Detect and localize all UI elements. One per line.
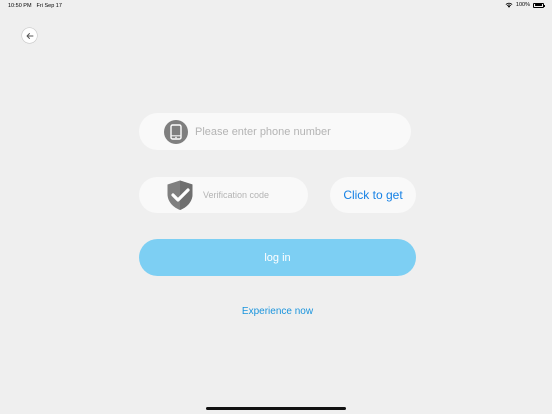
back-button[interactable] (22, 28, 37, 43)
battery-percent: 100% (515, 2, 530, 8)
battery-tip (544, 4, 546, 7)
verification-code-input[interactable] (203, 185, 301, 205)
phone-input[interactable] (195, 121, 395, 143)
login-screen: 10:50 PM Fri Sep 17 100% Please enter ph… (0, 0, 552, 414)
status-left: 10:50 PM Fri Sep 17 (8, 3, 62, 9)
experience-now-link[interactable]: Experience now (200, 306, 355, 322)
login-button[interactable]: log in (139, 239, 416, 276)
get-code-button[interactable]: Click to get (330, 177, 416, 213)
shield-check-icon (167, 180, 193, 210)
status-time: 10:50 PM (8, 3, 32, 9)
arrow-left-icon (26, 32, 33, 39)
home-indicator (206, 407, 346, 410)
status-right: 100% (505, 2, 546, 8)
status-bar: 10:50 PM Fri Sep 17 100% (0, 0, 552, 11)
phone-field[interactable] (139, 113, 411, 150)
status-date: Fri Sep 17 (36, 3, 62, 9)
battery-icon (533, 2, 546, 8)
battery-fill (534, 4, 543, 6)
verification-code-field[interactable] (139, 177, 308, 213)
smartphone-icon (164, 120, 188, 144)
wifi-icon (505, 2, 513, 8)
